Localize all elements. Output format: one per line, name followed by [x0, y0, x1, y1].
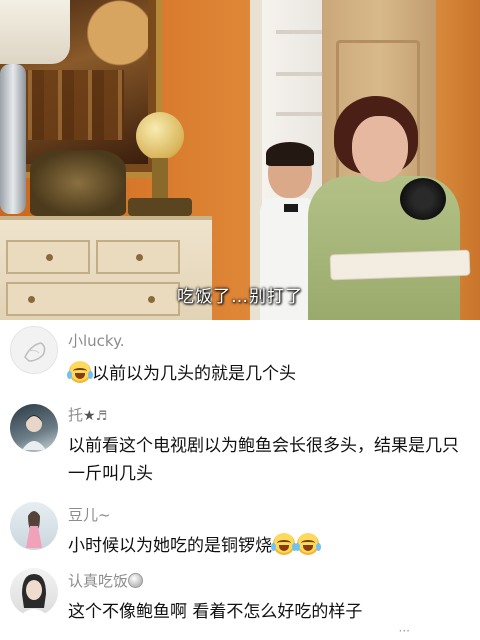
lamp-shade — [0, 0, 70, 64]
maid-hair — [266, 142, 314, 166]
comment-body: 小时候以为她吃的是铜锣烧 — [68, 536, 272, 556]
username-text: 认真吃饭 — [68, 572, 129, 590]
comment-text: 以前以为几头的就是几个头 — [67, 360, 472, 388]
lamp-base — [0, 64, 26, 214]
avatar[interactable] — [10, 404, 58, 452]
star-icon: ★ — [83, 408, 96, 424]
comment-username[interactable]: 豆儿~ — [68, 504, 111, 525]
cabinet-shelf — [276, 112, 326, 116]
avatar-woman-icon — [20, 574, 48, 616]
globe-lamp-foot — [128, 198, 192, 216]
comment-text: 小时候以为她吃的是铜锣烧 — [68, 532, 472, 560]
dresser-drawer — [6, 240, 90, 274]
comment-list: 小lucky. 以前以为几头的就是几个头 托★♬ 以前看这个电视剧以为鲍鱼会长很… — [0, 320, 480, 640]
painting-books — [14, 70, 124, 140]
comment-item: 认真吃饭 这个不像鲍鱼啊 看着不怎么好吃的样子 ··· — [0, 568, 480, 640]
comment-username[interactable]: 托★♬ — [68, 404, 107, 425]
dresser-drawer — [96, 240, 180, 274]
crying-laughing-emoji-icon — [271, 533, 297, 555]
globe-lamp — [136, 112, 184, 160]
avatar[interactable] — [10, 326, 58, 374]
globe-lamp-stand — [152, 158, 168, 202]
maid-bow-tie — [284, 204, 298, 212]
comment-username[interactable]: 认真吃饭 — [68, 570, 144, 591]
video-frame[interactable]: 吃饭了…别打了 — [0, 0, 480, 320]
comment-body: 以前以为几头的就是几个头 — [92, 364, 296, 384]
comment-item: 小lucky. 以前以为几头的就是几个头 — [0, 326, 480, 396]
username-text: 托 — [68, 406, 84, 424]
comment-text: 以前看这个电视剧以为鲍鱼会长很多头，结果是几只一斤叫几头 — [68, 436, 459, 484]
comment-item: 托★♬ 以前看这个电视剧以为鲍鱼会长很多头，结果是几只一斤叫几头 — [0, 402, 480, 498]
crying-laughing-emoji-icon — [295, 533, 321, 555]
video-subtitle: 吃饭了…别打了 — [177, 287, 303, 307]
comment-text: 这个不像鲍鱼啊 看着不怎么好吃的样子 — [68, 602, 363, 622]
cabinet-shelf — [276, 30, 326, 34]
avatar[interactable] — [10, 568, 58, 616]
gold-ornament — [30, 150, 126, 216]
crying-laughing-emoji-icon — [67, 361, 93, 383]
serving-tray — [329, 249, 471, 281]
avatar-sketch-icon — [24, 342, 46, 362]
comment-username[interactable]: 小lucky. — [68, 330, 125, 351]
badge-icon — [128, 573, 144, 588]
music-note-icon: ♬ — [95, 409, 108, 424]
avatar[interactable] — [10, 502, 58, 550]
avatar-person-icon — [22, 415, 46, 450]
black-flower-brooch — [400, 178, 446, 220]
comment-item: 豆儿~ 小时候以为她吃的是铜锣烧 — [0, 502, 480, 564]
avatar-girl-icon — [26, 511, 42, 548]
more-dots-icon[interactable]: ··· — [399, 624, 410, 638]
cabinet-shelf — [276, 72, 326, 76]
lady-face — [352, 116, 408, 182]
